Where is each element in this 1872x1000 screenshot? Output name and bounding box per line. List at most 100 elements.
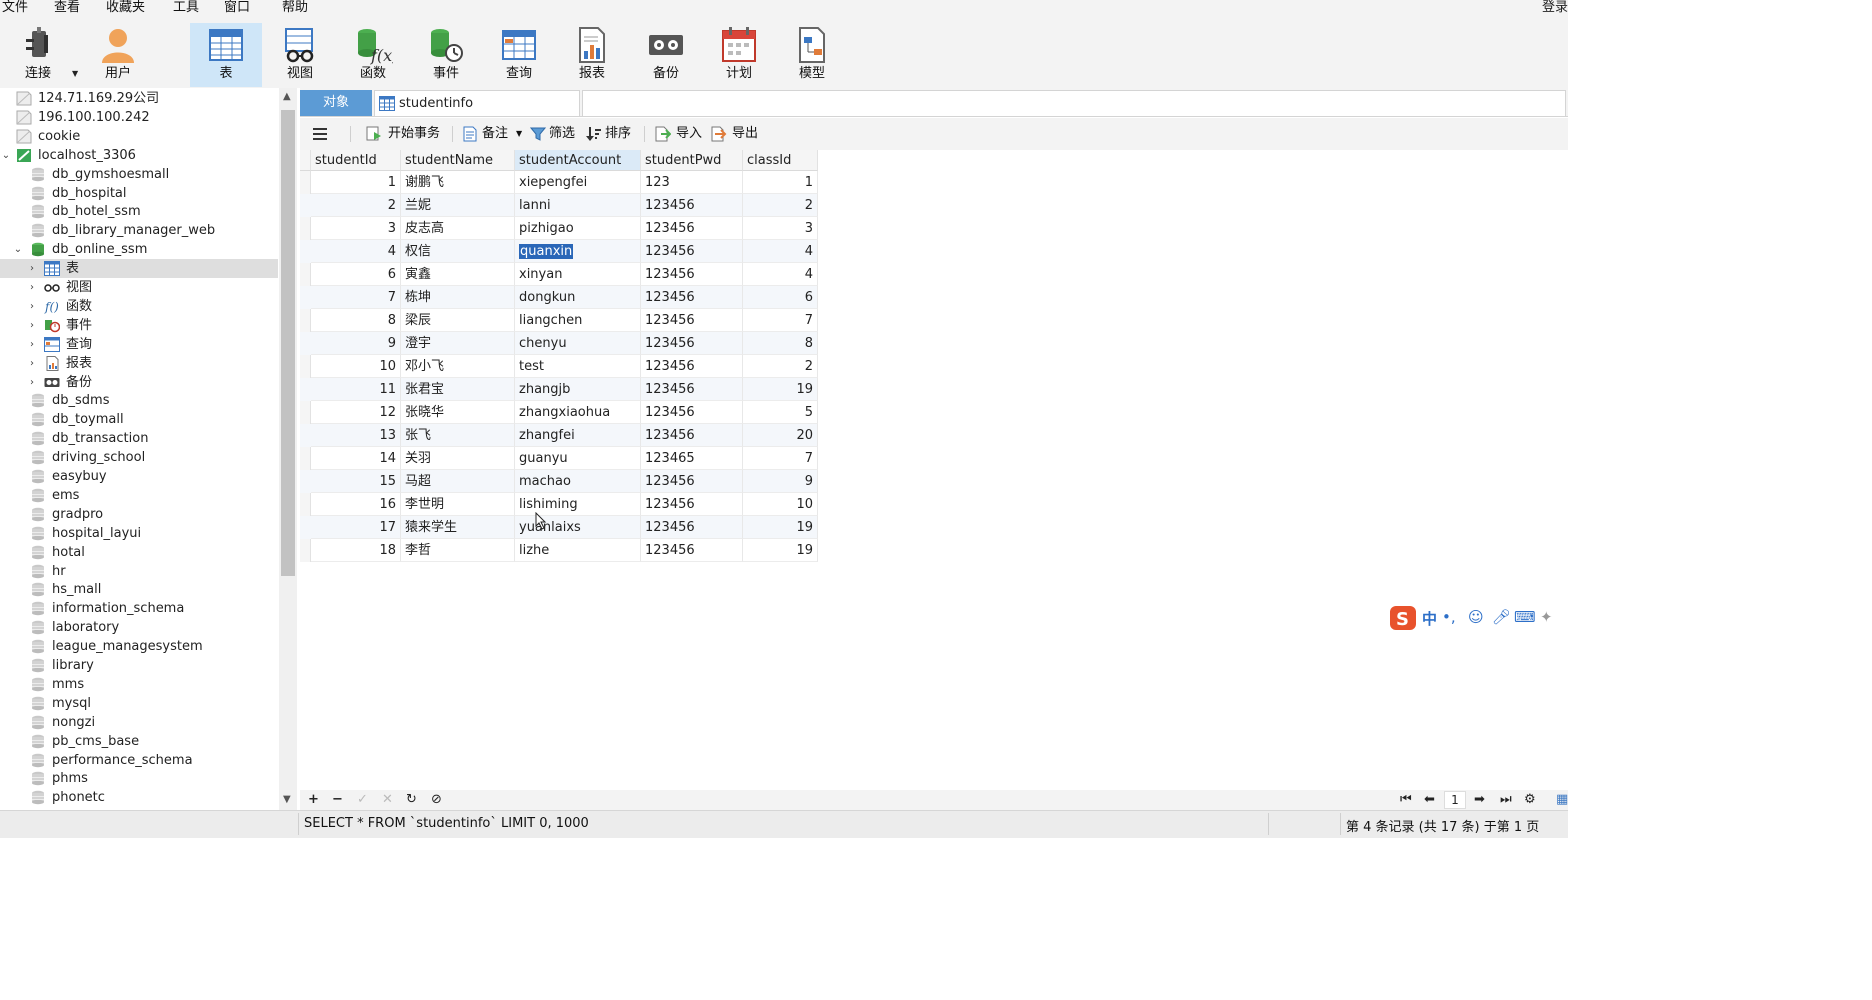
cell-studentaccount[interactable]: zhangxiaohua	[515, 401, 641, 424]
cell-classid[interactable]: 2	[743, 194, 818, 217]
cell-classid[interactable]: 9	[743, 470, 818, 493]
chevron-down-icon[interactable]: ▼	[516, 125, 522, 143]
cell-studentid[interactable]: 4	[311, 240, 401, 263]
model-button[interactable]: 模型	[776, 23, 848, 87]
table-row[interactable]: 4 权信 quanxin 123456 4	[300, 240, 818, 263]
cell-studentaccount[interactable]: lishiming	[515, 493, 641, 516]
connect-button[interactable]: 连接	[2, 23, 74, 87]
cell-studentpwd[interactable]: 123456	[641, 332, 743, 355]
cell-classid[interactable]: 19	[743, 516, 818, 539]
chevron-right-icon[interactable]: ›	[26, 278, 38, 297]
cell-studentpwd[interactable]: 123465	[641, 447, 743, 470]
add-record-icon[interactable]: +	[308, 791, 319, 809]
cell-classid[interactable]: 4	[743, 263, 818, 286]
apply-changes-icon[interactable]: ✓	[357, 791, 368, 809]
schedule-button[interactable]: 计划	[703, 23, 775, 87]
table-row[interactable]: 17 猿来学生 yuanlaixs 123456 19	[300, 516, 818, 539]
table-row[interactable]: 15 马超 machao 123456 9	[300, 470, 818, 493]
microphone-icon[interactable]: 🎤︎	[1492, 608, 1511, 626]
import-button[interactable]: 导入	[654, 125, 704, 143]
tree-node-views[interactable]: › 视图	[0, 278, 278, 297]
login-link[interactable]: 登录	[1542, 0, 1568, 16]
connection-cookie[interactable]: cookie	[0, 127, 278, 146]
database-ems[interactable]: ems	[0, 486, 278, 505]
cell-classid[interactable]: 6	[743, 286, 818, 309]
grid-view-icon[interactable]: ▦	[1556, 791, 1568, 809]
tab-objects[interactable]: 对象	[300, 90, 372, 116]
database-hospital-layui[interactable]: hospital_layui	[0, 524, 278, 543]
database-db-transaction[interactable]: db_transaction	[0, 429, 278, 448]
menu-view[interactable]: 查看	[54, 0, 80, 16]
table-button[interactable]: 表	[190, 23, 262, 87]
column-header-studentpwd[interactable]: studentPwd	[641, 150, 743, 171]
table-row[interactable]: 7 栋坤 dongkun 123456 6	[300, 286, 818, 309]
discard-changes-icon[interactable]: ✕	[382, 791, 393, 809]
database-driving-school[interactable]: driving_school	[0, 448, 278, 467]
cell-classid[interactable]: 20	[743, 424, 818, 447]
tree-node-events[interactable]: › 事件	[0, 316, 278, 335]
tree-node-queries[interactable]: › 查询	[0, 335, 278, 354]
cell-studentaccount[interactable]: xinyan	[515, 263, 641, 286]
chevron-right-icon[interactable]: ›	[26, 354, 38, 373]
menu-window[interactable]: 窗口	[224, 0, 250, 16]
menu-favorites[interactable]: 收藏夹	[106, 0, 145, 16]
cell-studentaccount[interactable]: machao	[515, 470, 641, 493]
cell-studentname[interactable]: 关羽	[401, 447, 515, 470]
cell-studentpwd[interactable]: 123456	[641, 424, 743, 447]
database-phonetc[interactable]: phonetc	[0, 788, 278, 807]
cell-classid[interactable]: 4	[743, 240, 818, 263]
chevron-right-icon[interactable]: ›	[26, 316, 38, 335]
menu-file[interactable]: 文件	[2, 0, 28, 16]
database-nongzi[interactable]: nongzi	[0, 713, 278, 732]
cell-studentaccount[interactable]: lanni	[515, 194, 641, 217]
tree-node-reports[interactable]: › 报表	[0, 354, 278, 373]
cell-studentid[interactable]: 3	[311, 217, 401, 240]
database-league-managesystem[interactable]: league_managesystem	[0, 637, 278, 656]
backup-button[interactable]: 备份	[630, 23, 702, 87]
cell-studentid[interactable]: 8	[311, 309, 401, 332]
database-db-sdms[interactable]: db_sdms	[0, 391, 278, 410]
cell-studentpwd[interactable]: 123456	[641, 539, 743, 562]
settings-gear-icon[interactable]: ⚙	[1524, 791, 1536, 809]
cell-studentname[interactable]: 猿来学生	[401, 516, 515, 539]
table-row[interactable]: 9 澄宇 chenyu 123456 8	[300, 332, 818, 355]
table-row[interactable]: 8 梁辰 liangchen 123456 7	[300, 309, 818, 332]
table-row[interactable]: 1 谢鹏飞 xiepengfei 123 1	[300, 171, 818, 194]
first-page-icon[interactable]: ⏮	[1400, 791, 1412, 809]
user-button[interactable]: 用户	[82, 23, 154, 87]
table-row[interactable]: 18 李哲 lizhe 123456 19	[300, 539, 818, 562]
connection-196-100-100-242[interactable]: 196.100.100.242	[0, 108, 278, 127]
cell-classid[interactable]: 7	[743, 309, 818, 332]
table-row[interactable]: 14 关羽 guanyu 123465 7	[300, 447, 818, 470]
ime-chinese-mode[interactable]: 中	[1422, 608, 1437, 629]
cell-classid[interactable]: 19	[743, 539, 818, 562]
cell-studentpwd[interactable]: 123456	[641, 493, 743, 516]
database-db-hotel-ssm[interactable]: db_hotel_ssm	[0, 202, 278, 221]
cell-studentpwd[interactable]: 123456	[641, 217, 743, 240]
cell-classid[interactable]: 1	[743, 171, 818, 194]
cell-studentaccount[interactable]: test	[515, 355, 641, 378]
cell-studentname[interactable]: 权信	[401, 240, 515, 263]
column-header-studentname[interactable]: studentName	[401, 150, 515, 171]
database-mms[interactable]: mms	[0, 675, 278, 694]
cell-studentpwd[interactable]: 123456	[641, 355, 743, 378]
cell-studentname[interactable]: 马超	[401, 470, 515, 493]
cell-studentid[interactable]: 7	[311, 286, 401, 309]
connection-localhost-3306[interactable]: ⌄ localhost_3306	[0, 146, 278, 165]
database-gradpro[interactable]: gradpro	[0, 505, 278, 524]
last-page-icon[interactable]: ⏭	[1500, 791, 1512, 809]
filter-button[interactable]: 筛选	[530, 125, 580, 143]
cell-studentaccount[interactable]: liangchen	[515, 309, 641, 332]
table-row[interactable]: 16 李世明 lishiming 123456 10	[300, 493, 818, 516]
database-phms[interactable]: phms	[0, 769, 278, 788]
cell-studentpwd[interactable]: 123456	[641, 309, 743, 332]
chevron-right-icon[interactable]: ›	[26, 259, 38, 278]
cell-classid[interactable]: 2	[743, 355, 818, 378]
menu-help[interactable]: 帮助	[282, 0, 308, 16]
table-row[interactable]: 2 兰妮 lanni 123456 2	[300, 194, 818, 217]
cell-studentpwd[interactable]: 123456	[641, 401, 743, 424]
cell-studentpwd[interactable]: 123456	[641, 286, 743, 309]
tree-node-functions[interactable]: › f() 函数	[0, 297, 278, 316]
cell-studentname[interactable]: 梁辰	[401, 309, 515, 332]
database-library[interactable]: library	[0, 656, 278, 675]
